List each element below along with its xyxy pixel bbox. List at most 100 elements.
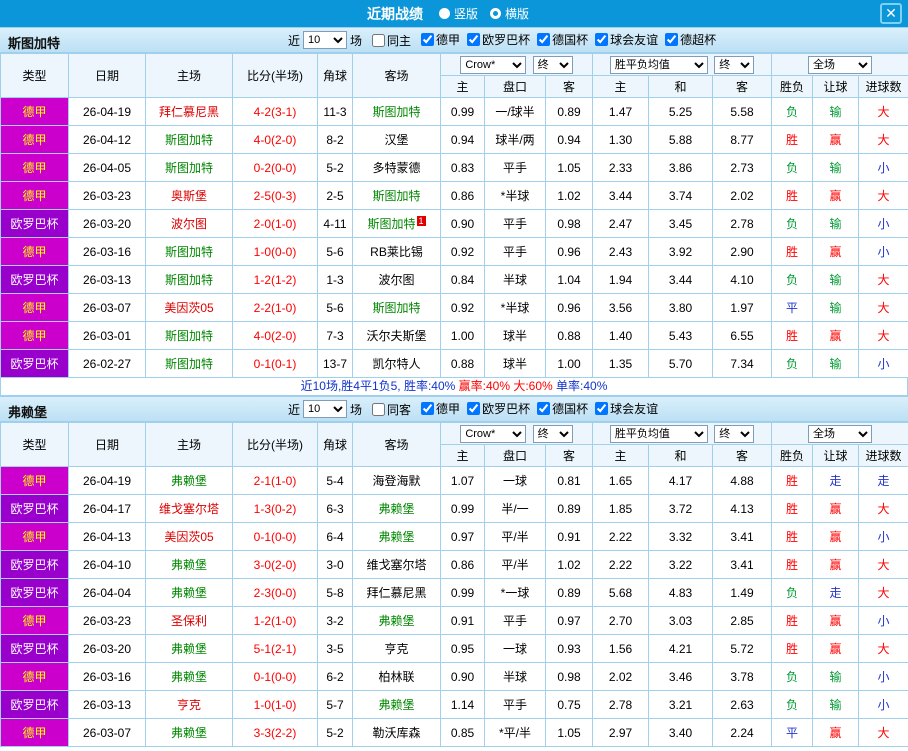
col-odds-home: 主 [440, 444, 485, 467]
result-wdl-cell: 负 [771, 265, 814, 294]
avg-home-odds-cell: 1.47 [592, 97, 649, 126]
league-checkbox[interactable] [537, 33, 551, 46]
odds-home-cell: 0.86 [440, 550, 485, 579]
col-score: 比分(半场) [232, 422, 318, 467]
period-select-0[interactable]: 全场 [808, 55, 873, 74]
league-filter[interactable]: 德超杯 [658, 31, 716, 48]
league-checkbox[interactable] [595, 402, 609, 415]
odds-stage-select-1[interactable]: 终 [532, 424, 573, 443]
handicap-cell: 半球 [484, 265, 546, 294]
league-checkbox[interactable] [467, 33, 481, 46]
topbar: 近期战绩 竖版 横版 ✕ [0, 0, 908, 27]
date-cell: 26-04-05 [68, 153, 146, 182]
date-cell: 26-03-16 [68, 662, 146, 691]
table-row: 德甲 26-03-16 弗赖堡 0-1(0-0) 6-2 柏林联 0.90 半球 0.98 2.0… [0, 662, 908, 691]
result-goals-cell: 小 [858, 522, 908, 551]
avg-away-odds-cell: 2.90 [711, 237, 773, 266]
odds-stage-select-0[interactable]: 终 [532, 55, 573, 74]
league-checkbox[interactable] [467, 402, 481, 415]
close-icon[interactable]: ✕ [880, 3, 902, 24]
odds-away-cell: 0.75 [545, 690, 593, 719]
col-odds-away: 客 [545, 75, 593, 98]
handicap-cell: 平/半 [484, 550, 546, 579]
team-name: RB莱比锡 [370, 245, 423, 259]
layout-option-vertical[interactable]: 竖版 [438, 5, 478, 22]
score-cell: 2-2(1-0) [232, 293, 318, 322]
league-cell: 德甲 [0, 466, 69, 495]
match-count-select-0[interactable]: 10 [303, 31, 348, 49]
odds-company-select-0[interactable]: Crow* [460, 55, 527, 74]
filter-bar-0: 近 10 场 同主 德甲 欧罗巴杯 德国杯 球会友谊 德超杯 [288, 28, 716, 52]
col-wdl: 胜负 [771, 75, 814, 98]
layout-horizontal-label: 横版 [505, 7, 530, 21]
league-cell: 德甲 [0, 522, 69, 551]
league-filter[interactable]: 欧罗巴杯 [460, 31, 530, 48]
avg-away-odds-cell: 3.78 [711, 662, 773, 691]
result-handicap-cell: 赢 [812, 634, 860, 663]
avg-home-odds-cell: 5.68 [592, 578, 649, 607]
odds-home-cell: 0.99 [440, 494, 485, 523]
result-wdl-cell: 负 [771, 97, 814, 126]
avg-home-odds-cell: 1.65 [592, 466, 649, 495]
league-filter[interactable]: 球会友谊 [588, 400, 658, 417]
result-handicap-cell: 输 [812, 153, 860, 182]
same-venue-checkbox-1[interactable] [372, 402, 386, 416]
avg-stage-select-1[interactable]: 终 [714, 424, 755, 443]
league-checkbox[interactable] [537, 402, 551, 415]
avg-away-odds-cell: 5.58 [711, 97, 773, 126]
home-team-cell: 斯图加特 [145, 125, 233, 154]
league-filter[interactable]: 德甲 [414, 31, 460, 48]
summary-segment: 赢率:40% [458, 379, 514, 393]
same-venue-checkbox-0[interactable] [372, 33, 386, 47]
league-checkbox[interactable] [665, 33, 679, 46]
odds-away-cell: 0.89 [545, 578, 593, 607]
avg-draw-odds-cell: 4.21 [648, 634, 713, 663]
league-filter[interactable]: 球会友谊 [588, 31, 658, 48]
corner-cell: 7-3 [317, 321, 353, 350]
avg-away-odds-cell: 3.41 [711, 522, 773, 551]
col-away: 客场 [352, 422, 441, 467]
home-team-cell: 弗赖堡 [145, 578, 233, 607]
score-cell: 0-2(0-0) [232, 153, 318, 182]
col-handicap-result: 让球 [812, 75, 860, 98]
odds-company-select-1[interactable]: Crow* [460, 424, 527, 443]
focal-team-name: 弗赖堡 [378, 502, 415, 516]
same-venue-filter-0[interactable]: 同主 [365, 32, 411, 49]
same-venue-filter-1[interactable]: 同客 [365, 401, 411, 418]
home-team-cell: 弗赖堡 [145, 634, 233, 663]
league-cell: 欧罗巴杯 [0, 494, 69, 523]
result-wdl-cell: 负 [771, 349, 814, 378]
league-filter[interactable]: 德甲 [414, 400, 460, 417]
score-cell: 0-1(0-1) [232, 349, 318, 378]
result-wdl-cell: 负 [771, 578, 814, 607]
avg-away-odds-cell: 3.41 [711, 550, 773, 579]
corner-cell: 6-3 [317, 494, 353, 523]
avg-stage-select-0[interactable]: 终 [714, 55, 755, 74]
layout-option-horizontal[interactable]: 横版 [490, 5, 529, 22]
league-filter[interactable]: 德国杯 [530, 400, 588, 417]
corner-cell: 13-7 [317, 349, 353, 378]
league-checkbox[interactable] [421, 33, 435, 46]
league-checkbox[interactable] [595, 33, 609, 46]
result-goals-cell: 大 [858, 578, 908, 607]
league-checkbox[interactable] [421, 402, 435, 415]
odds-home-cell: 0.83 [440, 153, 485, 182]
odds-away-cell: 0.97 [545, 606, 593, 635]
rows-0: 德甲 26-04-19 拜仁慕尼黑 4-2(3-1) 11-3 斯图加特 0.99 一/球半 0… [0, 97, 908, 378]
match-count-select-1[interactable]: 10 [303, 400, 348, 418]
league-filter[interactable]: 欧罗巴杯 [460, 400, 530, 417]
avg-select-0[interactable]: 胜平负均值 [609, 55, 708, 74]
table-row: 德甲 26-03-23 圣保利 1-2(1-0) 3-2 弗赖堡 0.91 平手 0.97 2.7… [0, 606, 908, 635]
odds-home-cell: 0.97 [440, 522, 485, 551]
league-filter[interactable]: 德国杯 [530, 31, 588, 48]
period-select-1[interactable]: 全场 [808, 424, 873, 443]
handicap-cell: *平/半 [484, 718, 546, 747]
league-filter-label: 德甲 [436, 402, 461, 416]
result-handicap-cell: 走 [812, 466, 860, 495]
avg-away-odds-cell: 7.34 [711, 349, 773, 378]
avg-select-1[interactable]: 胜平负均值 [609, 424, 708, 443]
away-team-cell: 汉堡 [352, 125, 441, 154]
league-cell: 欧罗巴杯 [0, 690, 69, 719]
focal-team-name: 弗赖堡 [170, 642, 207, 656]
date-cell: 26-04-19 [68, 466, 146, 495]
